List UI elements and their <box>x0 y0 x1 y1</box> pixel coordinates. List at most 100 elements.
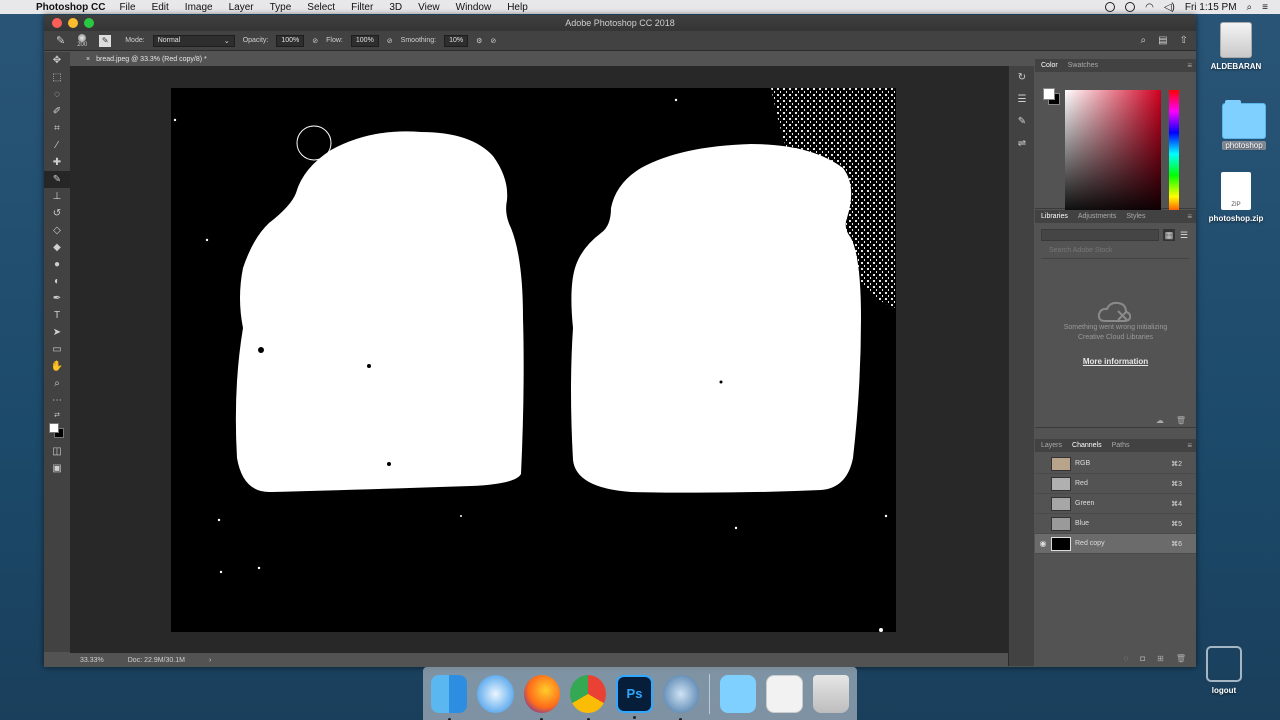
finder-icon[interactable] <box>431 674 468 720</box>
window-close-button[interactable] <box>52 18 62 28</box>
panel-menu-icon[interactable]: ≡ <box>1187 61 1192 70</box>
screen-mode-icon[interactable]: ▣ <box>44 460 70 477</box>
new-channel-icon[interactable]: ⊞ <box>1157 654 1164 663</box>
menu-clock[interactable]: Fri 1:15 PM <box>1185 2 1237 13</box>
more-information-link[interactable]: More information <box>1035 357 1196 366</box>
tab-paths[interactable]: Paths <box>1112 442 1130 449</box>
notification-center-icon[interactable]: ≡ <box>1262 2 1268 13</box>
menu-image[interactable]: Image <box>185 2 213 13</box>
brush-settings-icon[interactable]: ✎ <box>99 34 112 47</box>
zoom-level[interactable]: 33.33% <box>80 657 104 664</box>
color-panel-foreground-swatch[interactable] <box>1043 88 1055 100</box>
type-tool-icon[interactable]: T <box>44 307 70 324</box>
document-tab[interactable]: × bread.jpeg @ 33.3% (Red copy/8) * <box>78 52 215 66</box>
tab-color[interactable]: Color <box>1041 62 1058 69</box>
brushes-panel-icon[interactable]: ✎ <box>1009 110 1035 132</box>
tab-adjustments[interactable]: Adjustments <box>1078 213 1117 220</box>
smoothing-input[interactable]: 10% <box>444 34 469 47</box>
opacity-input[interactable]: 100% <box>276 34 305 47</box>
documents-stack-icon[interactable] <box>766 674 803 713</box>
desktop-drive-aldebaran[interactable]: ALDEBARAN <box>1196 22 1276 71</box>
hue-slider[interactable] <box>1169 90 1179 218</box>
creative-cloud-icon[interactable] <box>1125 2 1136 12</box>
tab-libraries[interactable]: Libraries <box>1041 213 1068 220</box>
marquee-tool-icon[interactable]: ⬚ <box>44 69 70 86</box>
spotlight-icon[interactable]: ⌕ <box>1247 2 1253 13</box>
eyedropper-tool-icon[interactable]: ⁄ <box>44 137 70 154</box>
path-selection-tool-icon[interactable]: ➤ <box>44 324 70 341</box>
tab-layers[interactable]: Layers <box>1041 442 1062 449</box>
clone-stamp-tool-icon[interactable]: ⊥ <box>44 188 70 205</box>
safari-icon[interactable] <box>477 674 514 713</box>
tab-channels[interactable]: Channels <box>1072 442 1102 449</box>
tab-styles[interactable]: Styles <box>1126 213 1145 220</box>
window-minimize-button[interactable] <box>68 18 78 28</box>
quick-select-tool-icon[interactable]: ✐ <box>44 103 70 120</box>
smoothing-options-gear-icon[interactable]: ⚙ <box>476 37 482 45</box>
foreground-background-colors[interactable] <box>44 421 70 443</box>
channel-row-red-copy[interactable]: ◉ Red copy ⌘6 <box>1035 534 1196 554</box>
lasso-tool-icon[interactable]: ◌ <box>44 86 70 103</box>
library-select[interactable] <box>1041 229 1159 241</box>
more-tools-icon[interactable]: ⋯ <box>44 392 70 409</box>
channel-row-green[interactable]: Green ⌘4 <box>1035 494 1196 514</box>
pen-tool-icon[interactable]: ✒ <box>44 290 70 307</box>
eye-icon[interactable]: ◉ <box>1035 539 1051 548</box>
hand-tool-icon[interactable]: ✋ <box>44 358 70 375</box>
color-picker-field[interactable] <box>1065 90 1161 218</box>
volume-icon[interactable]: ◁) <box>1164 2 1175 13</box>
menu-window[interactable]: Window <box>456 2 492 13</box>
channel-row-blue[interactable]: Blue ⌘5 <box>1035 514 1196 534</box>
wifi-icon[interactable]: ◠ <box>1145 2 1154 13</box>
desktop-zip-photoshop[interactable]: ZIP photoshop.zip <box>1196 172 1276 223</box>
swap-colors-icon[interactable]: ⇄ <box>44 409 70 421</box>
desktop-folder-photoshop[interactable]: photoshop <box>1204 100 1280 150</box>
brush-preset-picker[interactable]: 200 <box>73 33 91 48</box>
photoshop-dock-icon[interactable]: Ps <box>616 674 653 719</box>
menu-help[interactable]: Help <box>507 2 528 13</box>
list-view-icon[interactable]: ☰ <box>1178 229 1190 241</box>
airbrush-icon[interactable]: ⊘ <box>387 37 393 45</box>
blur-tool-icon[interactable]: ● <box>44 256 70 273</box>
size-pressure-icon[interactable]: ⊘ <box>490 37 496 45</box>
adjust-panel-icon[interactable]: ⇌ <box>1009 132 1035 154</box>
folder-stack-icon[interactable] <box>720 674 757 713</box>
trash-icon[interactable] <box>812 674 850 713</box>
menu-3d[interactable]: 3D <box>389 2 402 13</box>
menu-view[interactable]: View <box>418 2 440 13</box>
cloud-sync-icon[interactable]: ☁ <box>1156 416 1164 425</box>
grid-view-icon[interactable]: ▦ <box>1163 229 1175 241</box>
search-icon[interactable]: ⌕ <box>1141 35 1147 46</box>
rectangle-tool-icon[interactable]: ▭ <box>44 341 70 358</box>
dodge-tool-icon[interactable]: ◐ <box>44 273 70 290</box>
healing-brush-tool-icon[interactable]: ✚ <box>44 154 70 171</box>
window-zoom-button[interactable] <box>84 18 94 28</box>
menu-edit[interactable]: Edit <box>152 2 169 13</box>
status-menu-arrow-icon[interactable]: › <box>209 657 211 664</box>
menu-filter[interactable]: Filter <box>351 2 373 13</box>
quick-mask-icon[interactable]: ◫ <box>44 443 70 460</box>
load-channel-selection-icon[interactable]: ◌ <box>1124 654 1129 663</box>
share-icon[interactable]: ⇧ <box>1180 35 1188 46</box>
record-icon[interactable] <box>1105 2 1116 12</box>
delete-icon[interactable]: 🗑 <box>1176 416 1186 425</box>
move-tool-icon[interactable]: ✥ <box>44 52 70 69</box>
document-size[interactable]: Doc: 22.9M/30.1M <box>128 657 185 664</box>
save-selection-channel-icon[interactable]: ◘ <box>1140 654 1145 663</box>
crop-tool-icon[interactable]: ⌗ <box>44 120 70 137</box>
mode-select[interactable]: Normal ⌄ <box>152 34 235 47</box>
canvas-area[interactable] <box>70 66 1008 653</box>
history-panel-icon[interactable]: ↻ <box>1009 66 1035 88</box>
desktop-logout[interactable]: logout <box>1184 646 1264 695</box>
chrome-icon[interactable] <box>569 674 607 720</box>
document-canvas[interactable] <box>171 88 896 632</box>
menu-select[interactable]: Select <box>307 2 335 13</box>
quicktime-icon[interactable] <box>662 674 700 720</box>
eraser-tool-icon[interactable]: ◇ <box>44 222 70 239</box>
tab-swatches[interactable]: Swatches <box>1068 62 1098 69</box>
document-tab-close-icon[interactable]: × <box>86 56 90 63</box>
properties-panel-icon[interactable]: ☰ <box>1009 88 1035 110</box>
menu-file[interactable]: File <box>119 2 135 13</box>
flow-input[interactable]: 100% <box>350 34 379 47</box>
brush-tool-icon[interactable]: ✎ <box>56 34 65 47</box>
